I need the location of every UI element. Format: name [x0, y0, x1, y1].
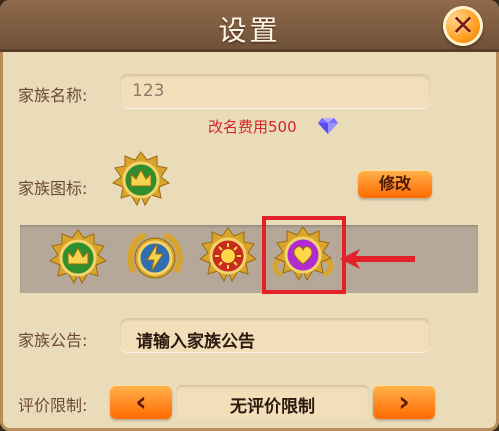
evaluation-label: 评价限制: — [18, 396, 88, 415]
emblem-sun[interactable] — [198, 226, 258, 286]
evaluation-value-box: 无评价限制 — [176, 385, 369, 419]
selected-emblem-highlight — [262, 216, 346, 294]
notice-label: 家族公告: — [18, 331, 88, 350]
evaluation-value: 无评价限制 — [230, 397, 315, 417]
family-name-value: 123 — [132, 81, 165, 101]
pointer-arrow-icon — [340, 249, 415, 269]
family-icon-label: 家族图标: — [18, 179, 88, 198]
crown-icon — [48, 229, 108, 285]
rename-cost-text: 改名费用500 — [208, 118, 297, 136]
settings-panel: 设置 ✕ 家族名称: 123 改名费用500 家族图标: 修改 家族公告: 请输… — [0, 0, 499, 431]
emblem-lightning[interactable] — [125, 228, 185, 288]
panel-header: 设置 ✕ — [0, 0, 499, 52]
close-icon: ✕ — [451, 9, 475, 42]
evaluation-prev-button[interactable]: ‹ — [110, 385, 172, 419]
notice-placeholder: 请输入家族公告 — [136, 332, 255, 352]
evaluation-next-button[interactable]: › — [373, 385, 435, 419]
diamond-icon — [318, 118, 338, 134]
edit-icon-button[interactable]: 修改 — [358, 170, 432, 198]
chevron-right-icon: › — [398, 385, 410, 418]
lightning-icon — [127, 233, 183, 279]
family-name-input[interactable]: 123 — [120, 74, 430, 108]
emblem-crown[interactable] — [48, 228, 108, 288]
current-family-emblem — [111, 150, 171, 210]
chevron-left-icon: ‹ — [135, 385, 147, 418]
sun-icon — [198, 227, 258, 283]
page-title: 设置 — [218, 14, 281, 47]
family-name-label: 家族名称: — [18, 86, 88, 105]
close-button[interactable]: ✕ — [443, 6, 483, 46]
